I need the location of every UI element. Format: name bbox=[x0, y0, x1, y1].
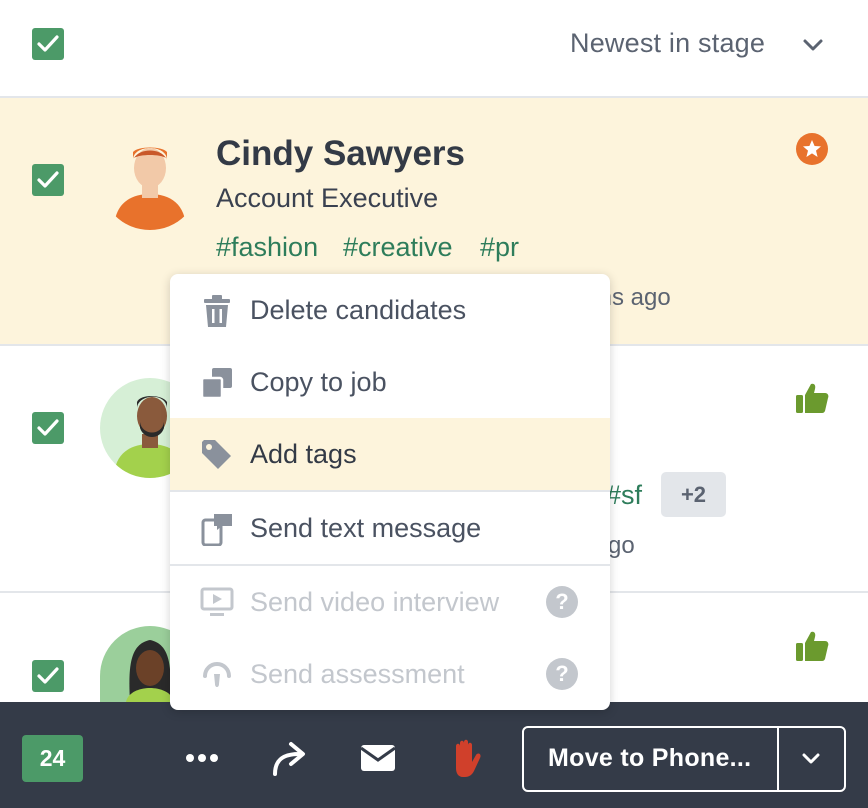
more-options-icon[interactable] bbox=[185, 750, 219, 766]
avatar bbox=[100, 130, 200, 230]
menu-item-send-assessment[interactable]: Send assessment ? bbox=[170, 638, 610, 710]
chevron-down-icon[interactable] bbox=[800, 750, 822, 768]
menu-item-send-video-interview[interactable]: Send video interview ? bbox=[170, 566, 610, 638]
candidate-tag[interactable]: #creative bbox=[343, 232, 453, 263]
help-icon[interactable]: ? bbox=[546, 658, 578, 690]
candidate-name[interactable]: Cindy Sawyers bbox=[216, 134, 465, 174]
thumbs-up-icon[interactable] bbox=[795, 381, 829, 415]
candidate-checkbox[interactable] bbox=[32, 412, 64, 444]
select-all-checkbox[interactable] bbox=[32, 28, 64, 60]
candidate-checkbox[interactable] bbox=[32, 164, 64, 196]
more-tags-badge[interactable]: +2 bbox=[661, 472, 726, 517]
menu-item-add-tags[interactable]: Add tags bbox=[170, 418, 610, 490]
text-message-icon bbox=[201, 514, 232, 546]
menu-item-label: Send text message bbox=[250, 513, 482, 543]
candidate-tag[interactable]: #pr bbox=[480, 232, 519, 263]
tag-icon bbox=[202, 440, 231, 469]
candidate-checkbox[interactable] bbox=[32, 660, 64, 692]
menu-item-label: Delete candidates bbox=[250, 295, 467, 325]
button-divider bbox=[777, 728, 779, 790]
menu-item-label: Send assessment bbox=[250, 659, 465, 689]
move-to-stage-label[interactable]: Move to Phone... bbox=[548, 744, 751, 773]
menu-item-label: Send video interview bbox=[250, 587, 500, 617]
menu-item-label: Add tags bbox=[250, 439, 357, 469]
copy-icon bbox=[200, 368, 232, 400]
reject-hand-icon[interactable] bbox=[448, 738, 484, 778]
menu-item-copy-to-job[interactable]: Copy to job bbox=[170, 346, 610, 418]
trash-icon bbox=[204, 295, 230, 327]
star-badge-icon[interactable] bbox=[796, 133, 828, 165]
selected-count-badge: 24 bbox=[22, 735, 83, 782]
candidate-tag[interactable]: #fashion bbox=[216, 232, 318, 263]
menu-item-send-text-message[interactable]: Send text message bbox=[170, 492, 610, 564]
chevron-down-icon[interactable] bbox=[802, 34, 824, 56]
candidate-time: go bbox=[608, 532, 635, 559]
help-icon[interactable]: ? bbox=[546, 586, 578, 618]
bulk-actions-menu: Delete candidates Copy to job Add tags S… bbox=[170, 274, 610, 710]
sort-dropdown-label[interactable]: Newest in stage bbox=[570, 28, 765, 59]
candidate-title: Account Executive bbox=[216, 183, 439, 213]
assessment-icon bbox=[203, 662, 231, 687]
email-icon[interactable] bbox=[360, 744, 396, 772]
move-to-stage-button[interactable]: Move to Phone... bbox=[522, 726, 846, 792]
video-icon bbox=[200, 587, 234, 616]
thumbs-up-icon[interactable] bbox=[795, 629, 829, 663]
candidate-tag[interactable]: #sf bbox=[606, 480, 642, 511]
menu-item-delete-candidates[interactable]: Delete candidates bbox=[170, 274, 610, 346]
forward-icon[interactable] bbox=[271, 740, 309, 776]
menu-item-label: Copy to job bbox=[250, 367, 387, 397]
